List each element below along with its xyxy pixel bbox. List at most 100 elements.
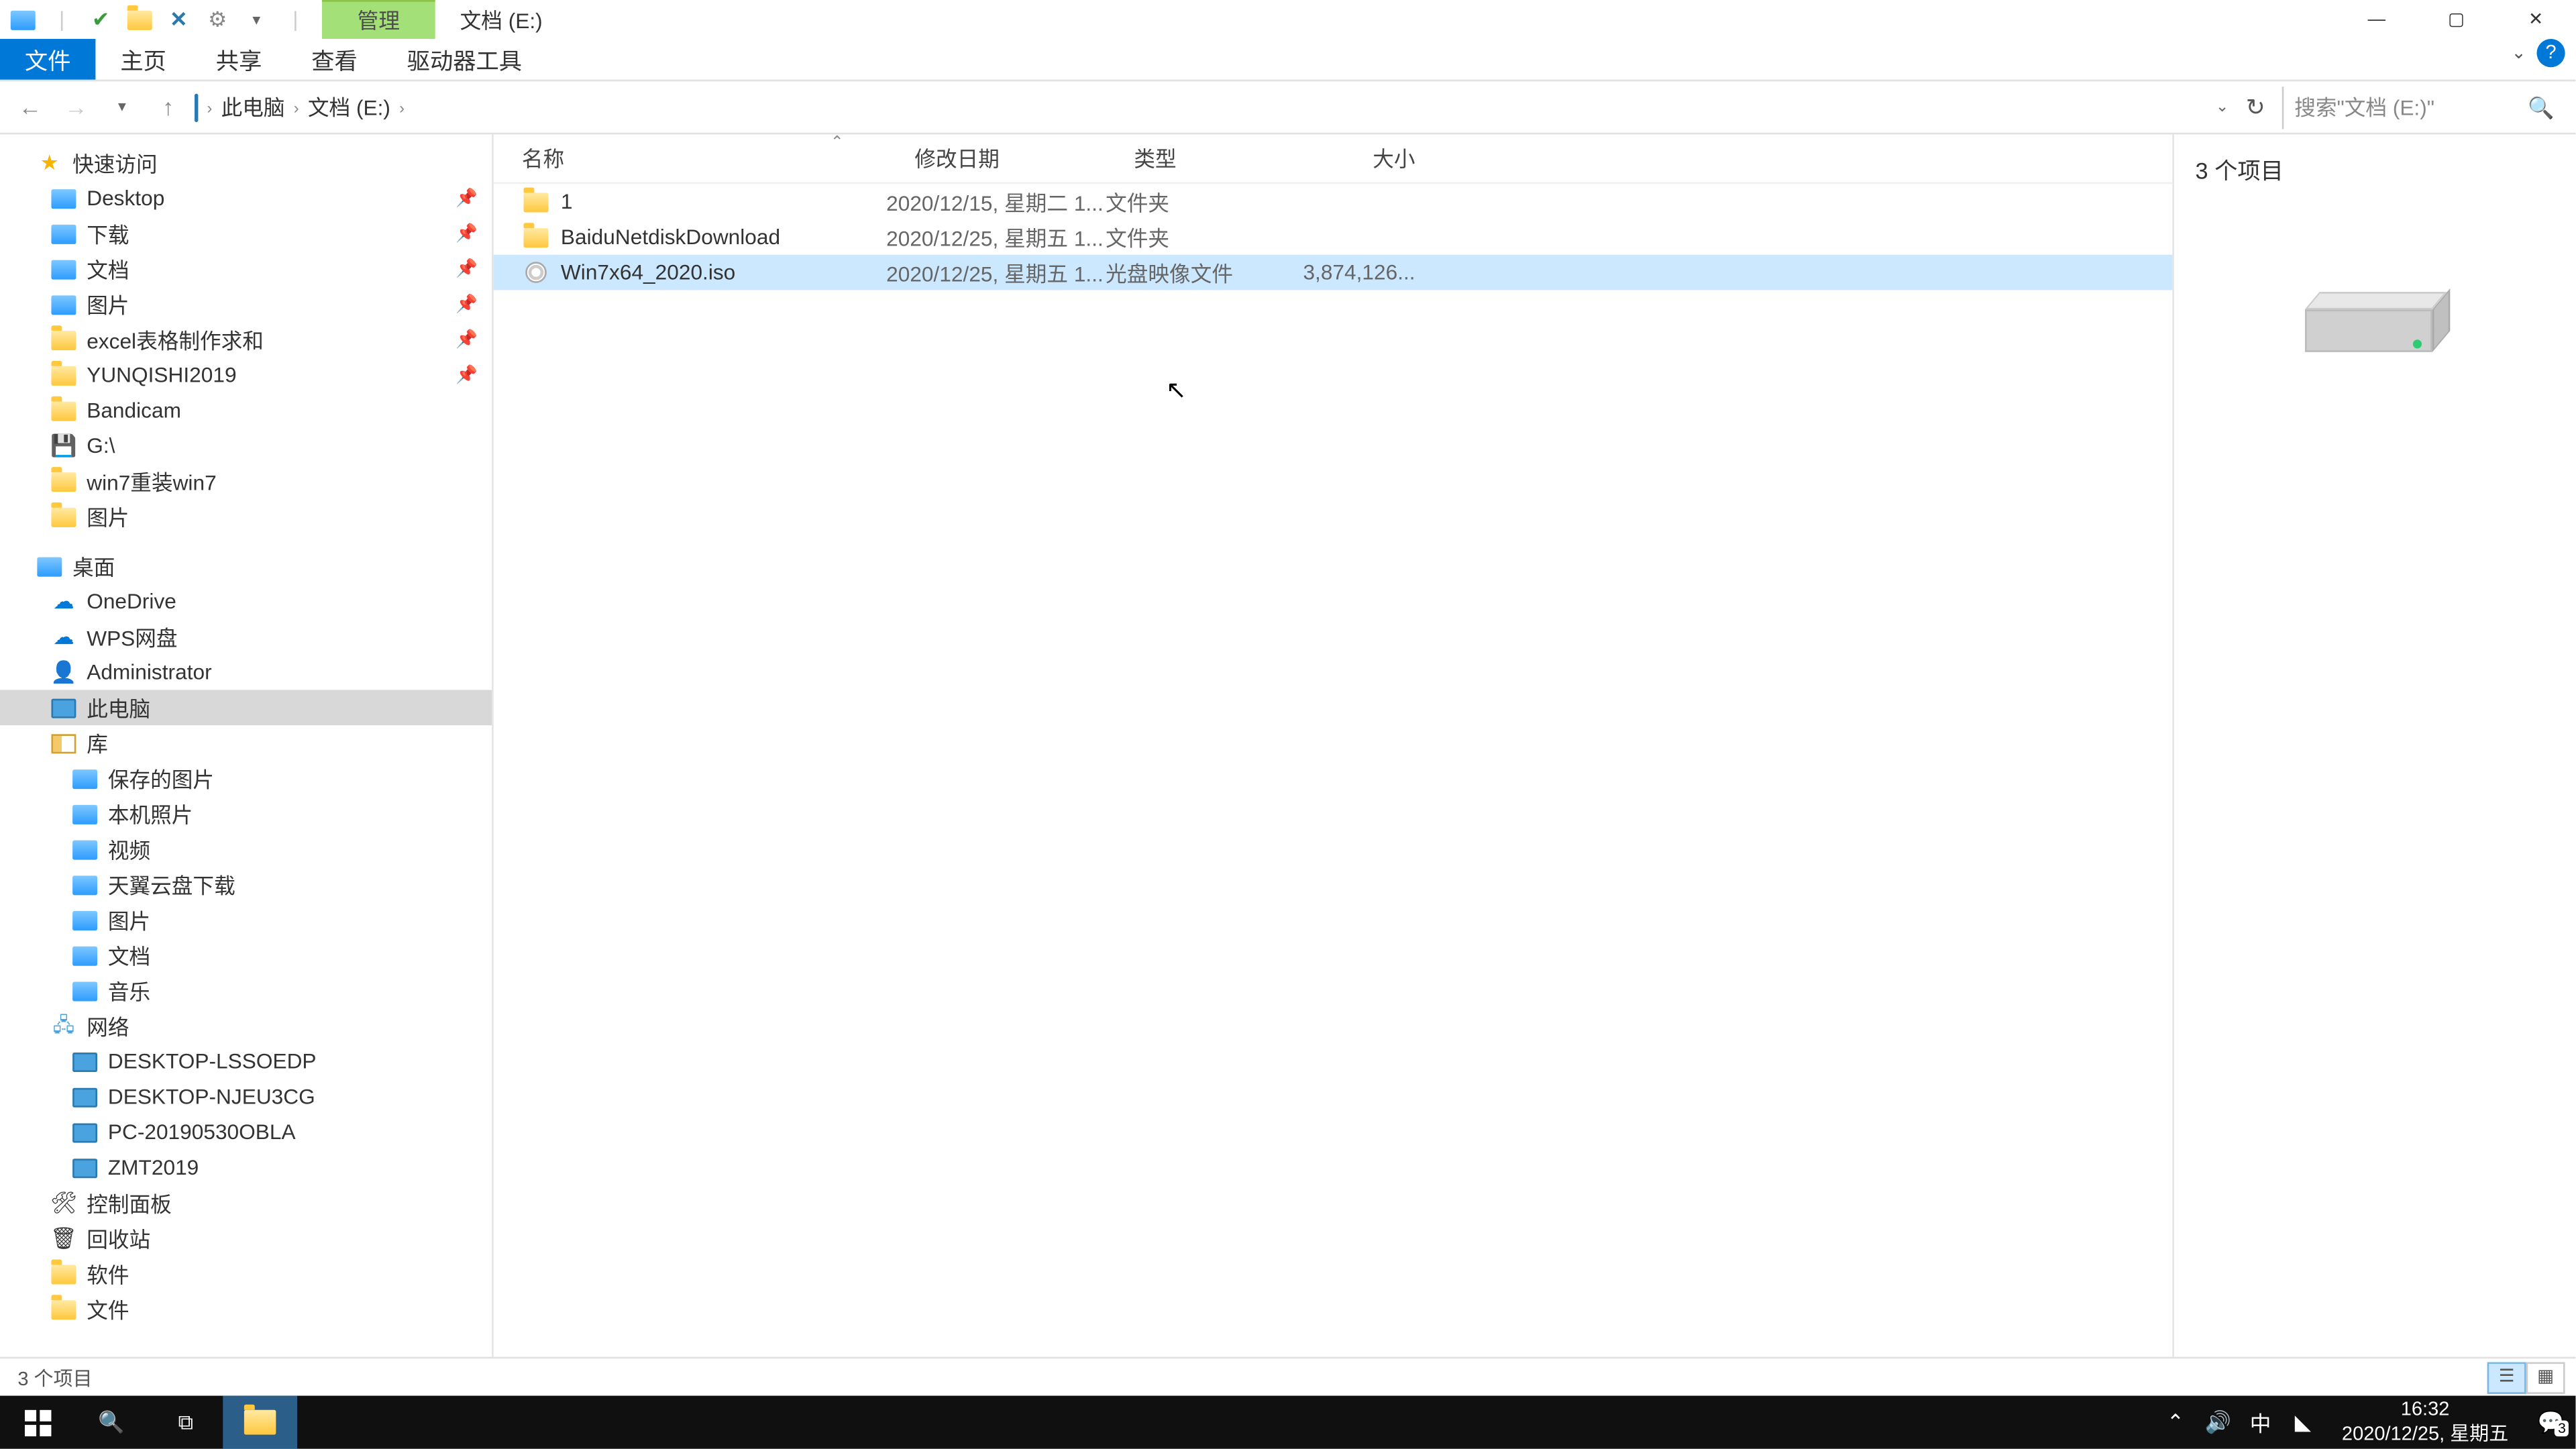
cloud-icon: ☁	[50, 625, 78, 649]
qat-gear-icon[interactable]: ⚙	[202, 3, 233, 35]
ribbon-collapse-icon[interactable]: ⌄	[2512, 44, 2526, 63]
qat-dropdown-icon[interactable]: ▾	[241, 3, 272, 35]
sidebar-item-gdrive[interactable]: 💾G:\	[0, 428, 492, 464]
qat-close-icon[interactable]: ✕	[163, 3, 195, 35]
folder-icon	[522, 225, 550, 250]
view-toggle: ☰ ▦	[2487, 1361, 2565, 1393]
address-dropdown-icon[interactable]: ⌄	[2216, 97, 2229, 117]
sidebar-item-pictures2[interactable]: 图片	[0, 499, 492, 535]
taskbar-clock[interactable]: 16:32 2020/12/25, 星期五	[2324, 1397, 2526, 1447]
sidebar-item-net3[interactable]: PC-20190530OBLA	[0, 1114, 492, 1150]
qat-check-icon[interactable]: ✔	[85, 3, 117, 35]
sidebar-item-lib-music[interactable]: 音乐	[0, 973, 492, 1008]
sidebar-item-net1[interactable]: DESKTOP-LSSOEDP	[0, 1044, 492, 1079]
maximize-button[interactable]: ▢	[2416, 0, 2496, 39]
search-icon[interactable]: 🔍	[2528, 95, 2554, 119]
nav-forward-button[interactable]: →	[56, 88, 95, 127]
sidebar-item-thispc[interactable]: 此电脑	[0, 690, 492, 725]
nav-recent-dropdown[interactable]: ▾	[103, 88, 142, 127]
breadcrumb-seg-thispc[interactable]: 此电脑	[221, 92, 285, 122]
ribbon-tab-view[interactable]: 查看	[286, 39, 382, 80]
sidebar-item-camera-roll[interactable]: 本机照片	[0, 796, 492, 832]
sidebar-item-saved-pics[interactable]: 保存的图片	[0, 761, 492, 796]
sidebar-item-label: 快速访问	[72, 148, 158, 178]
chevron-right-icon[interactable]: ›	[202, 98, 218, 115]
sidebar-item-pictures[interactable]: 图片📌	[0, 286, 492, 322]
column-headers: 名称⌃ 修改日期 类型 大小	[494, 134, 2173, 184]
help-icon[interactable]: ?	[2536, 39, 2565, 67]
minimize-button[interactable]: —	[2337, 0, 2416, 39]
ime-indicator[interactable]: 中	[2239, 1407, 2282, 1438]
tray-overflow-button[interactable]: ⌃	[2154, 1410, 2196, 1435]
sidebar-item-library[interactable]: 库	[0, 725, 492, 761]
sidebar-item-admin[interactable]: 👤Administrator	[0, 655, 492, 690]
chevron-right-icon[interactable]: ›	[394, 98, 410, 115]
column-header-size[interactable]: 大小	[1284, 144, 1426, 174]
sidebar-item-label: 回收站	[87, 1223, 150, 1253]
sidebar-item-desktop[interactable]: Desktop📌	[0, 180, 492, 216]
sidebar-quick-access[interactable]: ★快速访问	[0, 145, 492, 180]
sidebar-item-network[interactable]: 🖧网络	[0, 1008, 492, 1044]
file-list[interactable]: 1 2020/12/15, 星期二 1... 文件夹 BaiduNetdiskD…	[494, 184, 2173, 1356]
task-view-button[interactable]: ⧉	[149, 1396, 223, 1449]
breadcrumb-root-icon[interactable]	[195, 95, 198, 119]
sidebar-item-downloads[interactable]: 下载📌	[0, 216, 492, 252]
sidebar-item-tianyi[interactable]: 天翼云盘下载	[0, 867, 492, 902]
navigation-pane[interactable]: ★快速访问 Desktop📌 下载📌 文档📌 图片📌 excel表格制作求和📌 …	[0, 134, 494, 1356]
disc-icon	[522, 260, 550, 285]
nav-up-button[interactable]: ↑	[149, 88, 188, 127]
ribbon-tab-share[interactable]: 共享	[191, 39, 286, 80]
search-input[interactable]	[2294, 95, 2506, 119]
control-panel-icon: 🛠	[50, 1191, 78, 1216]
sidebar-item-files[interactable]: 文件	[0, 1291, 492, 1327]
qat-folder-icon[interactable]	[124, 3, 156, 35]
refresh-button[interactable]: ↻	[2236, 88, 2275, 127]
chevron-right-icon[interactable]: ›	[288, 98, 305, 115]
column-header-type[interactable]: 类型	[1106, 144, 1284, 174]
sidebar-item-label: 文档	[87, 254, 129, 284]
sidebar-item-software[interactable]: 软件	[0, 1256, 492, 1291]
volume-icon[interactable]: 🔊	[2197, 1410, 2239, 1435]
sidebar-item-documents[interactable]: 文档📌	[0, 251, 492, 286]
sidebar-item-bandicam[interactable]: Bandicam	[0, 392, 492, 428]
file-name: BaiduNetdiskDownload	[561, 225, 780, 250]
explorer-taskbar-button[interactable]	[223, 1396, 297, 1449]
file-row[interactable]: 1 2020/12/15, 星期二 1... 文件夹	[494, 184, 2173, 219]
close-button[interactable]: ✕	[2496, 0, 2576, 39]
sidebar-item-excel[interactable]: excel表格制作求和📌	[0, 322, 492, 358]
ribbon-tab-drive-tools[interactable]: 驱动器工具	[382, 39, 547, 80]
action-center-button[interactable]: 💬 3	[2526, 1410, 2576, 1435]
sidebar-item-recycle[interactable]: 🗑回收站	[0, 1221, 492, 1256]
start-button[interactable]	[0, 1396, 74, 1449]
sidebar-item-label: 保存的图片	[108, 763, 214, 794]
sidebar-item-lib-documents[interactable]: 文档	[0, 938, 492, 973]
file-row[interactable]: BaiduNetdiskDownload 2020/12/25, 星期五 1..…	[494, 219, 2173, 255]
sidebar-item-onedrive[interactable]: ☁OneDrive	[0, 584, 492, 619]
ribbon-tab-home[interactable]: 主页	[95, 39, 191, 80]
sidebar-item-videos[interactable]: 视频	[0, 831, 492, 867]
tray-app-icon[interactable]: ◣	[2282, 1410, 2324, 1435]
breadcrumb[interactable]: › 此电脑 › 文档 (E:) ›	[195, 92, 410, 122]
thumbnails-view-button[interactable]: ▦	[2526, 1361, 2565, 1393]
sidebar-item-wps[interactable]: ☁WPS网盘	[0, 619, 492, 655]
pc-icon	[50, 695, 78, 720]
search-button[interactable]: 🔍	[74, 1396, 149, 1449]
column-header-name[interactable]: 名称⌃	[494, 144, 886, 174]
sidebar-item-lib-pictures[interactable]: 图片	[0, 902, 492, 938]
sidebar-item-win7[interactable]: win7重装win7	[0, 464, 492, 499]
breadcrumb-seg-drive[interactable]: 文档 (E:)	[308, 92, 390, 122]
ribbon-tab-file[interactable]: 文件	[0, 39, 95, 80]
sidebar-item-yunqishi[interactable]: YUNQISHI2019📌	[0, 358, 492, 393]
file-type: 文件夹	[1106, 186, 1284, 217]
column-header-date[interactable]: 修改日期	[886, 144, 1106, 174]
search-box[interactable]: 🔍	[2282, 86, 2565, 128]
status-text: 3 个项目	[17, 1363, 92, 1391]
sidebar-item-label: 音乐	[108, 975, 150, 1006]
file-row[interactable]: Win7x64_2020.iso 2020/12/25, 星期五 1... 光盘…	[494, 255, 2173, 290]
sidebar-item-net4[interactable]: ZMT2019	[0, 1150, 492, 1185]
details-view-button[interactable]: ☰	[2487, 1361, 2526, 1393]
sidebar-desktop-root[interactable]: 桌面	[0, 548, 492, 584]
sidebar-item-net2[interactable]: DESKTOP-NJEU3CG	[0, 1079, 492, 1115]
nav-back-button[interactable]: ←	[11, 88, 50, 127]
sidebar-item-control-panel[interactable]: 🛠控制面板	[0, 1185, 492, 1221]
